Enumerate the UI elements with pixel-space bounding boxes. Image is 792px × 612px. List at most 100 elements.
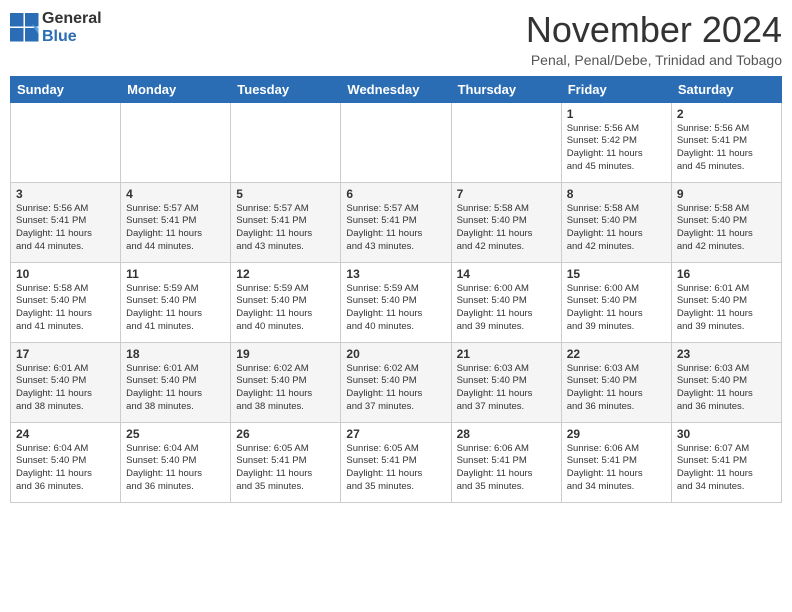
day-info: Sunrise: 6:02 AM Sunset: 5:40 PM Dayligh…: [346, 363, 445, 414]
calendar-cell: 15 Sunrise: 6:00 AM Sunset: 5:40 PM Dayli…: [561, 262, 671, 342]
calendar-cell: 18 Sunrise: 6:01 AM Sunset: 5:40 PM Dayli…: [121, 342, 231, 422]
calendar-cell: [451, 102, 561, 182]
day-info: Sunrise: 5:57 AM Sunset: 5:41 PM Dayligh…: [346, 203, 445, 254]
day-info: Sunrise: 5:57 AM Sunset: 5:41 PM Dayligh…: [236, 203, 335, 254]
day-number: 7: [457, 187, 556, 201]
calendar-cell: 21Sunrise: 6:03 AM Sunset: 5:40 PM Dayli…: [451, 342, 561, 422]
day-number: 4: [126, 187, 225, 201]
day-info: Sunrise: 5:58 AM Sunset: 5:40 PM Dayligh…: [16, 283, 115, 334]
day-number: 12: [236, 267, 335, 281]
day-number: 14: [457, 267, 556, 281]
calendar-cell: 25Sunrise: 6:04 AM Sunset: 5:40 PM Dayli…: [121, 422, 231, 502]
day-number: 15: [567, 267, 666, 281]
day-number: 27: [346, 427, 445, 441]
calendar-cell: 19 Sunrise: 6:02 AM Sunset: 5:40 PM Dayli…: [231, 342, 341, 422]
calendar-cell: 24 Sunrise: 6:04 AM Sunset: 5:40 PM Dayli…: [11, 422, 121, 502]
calendar-day-header: Monday: [121, 76, 231, 102]
day-info: Sunrise: 6:05 AM Sunset: 5:41 PM Dayligh…: [346, 443, 445, 494]
logo-general: General: [42, 10, 102, 28]
calendar-week-row: 10Sunrise: 5:58 AM Sunset: 5:40 PM Dayli…: [11, 262, 782, 342]
day-number: 26: [236, 427, 335, 441]
day-info: Sunrise: 6:04 AM Sunset: 5:40 PM Dayligh…: [16, 443, 115, 494]
day-number: 29: [567, 427, 666, 441]
calendar-day-header: Wednesday: [341, 76, 451, 102]
calendar-cell: 13Sunrise: 5:59 AM Sunset: 5:40 PM Dayli…: [341, 262, 451, 342]
calendar-cell: 29 Sunrise: 6:06 AM Sunset: 5:41 PM Dayli…: [561, 422, 671, 502]
page-header: General Blue November 2024 Penal, Penal/…: [10, 10, 782, 68]
calendar-cell: 22Sunrise: 6:03 AM Sunset: 5:40 PM Dayli…: [561, 342, 671, 422]
logo: General Blue: [10, 10, 102, 45]
day-number: 23: [677, 347, 776, 361]
calendar-cell: [231, 102, 341, 182]
calendar-day-header: Sunday: [11, 76, 121, 102]
calendar-day-header: Tuesday: [231, 76, 341, 102]
day-number: 19: [236, 347, 335, 361]
calendar-week-row: 17 Sunrise: 6:01 AM Sunset: 5:40 PM Dayli…: [11, 342, 782, 422]
calendar-week-row: 24 Sunrise: 6:04 AM Sunset: 5:40 PM Dayli…: [11, 422, 782, 502]
month-title: November 2024: [526, 10, 782, 50]
calendar-cell: 9 Sunrise: 5:58 AM Sunset: 5:40 PM Daylig…: [671, 182, 781, 262]
calendar-cell: 8 Sunrise: 5:58 AM Sunset: 5:40 PM Daylig…: [561, 182, 671, 262]
calendar-cell: 23 Sunrise: 6:03 AM Sunset: 5:40 PM Dayli…: [671, 342, 781, 422]
day-number: 18: [126, 347, 225, 361]
calendar-cell: 5Sunrise: 5:57 AM Sunset: 5:41 PM Daylig…: [231, 182, 341, 262]
title-block: November 2024 Penal, Penal/Debe, Trinida…: [526, 10, 782, 68]
calendar-cell: 4Sunrise: 5:57 AM Sunset: 5:41 PM Daylig…: [121, 182, 231, 262]
day-info: Sunrise: 6:00 AM Sunset: 5:40 PM Dayligh…: [457, 283, 556, 334]
day-number: 13: [346, 267, 445, 281]
day-number: 30: [677, 427, 776, 441]
calendar-cell: 6 Sunrise: 5:57 AM Sunset: 5:41 PM Daylig…: [341, 182, 451, 262]
calendar-cell: 26 Sunrise: 6:05 AM Sunset: 5:41 PM Dayli…: [231, 422, 341, 502]
calendar-day-header: Thursday: [451, 76, 561, 102]
day-info: Sunrise: 5:59 AM Sunset: 5:40 PM Dayligh…: [126, 283, 225, 334]
day-number: 17: [16, 347, 115, 361]
day-info: Sunrise: 5:56 AM Sunset: 5:41 PM Dayligh…: [677, 123, 776, 174]
day-info: Sunrise: 6:01 AM Sunset: 5:40 PM Dayligh…: [126, 363, 225, 414]
day-info: Sunrise: 5:59 AM Sunset: 5:40 PM Dayligh…: [236, 283, 335, 334]
calendar-cell: 28 Sunrise: 6:06 AM Sunset: 5:41 PM Dayli…: [451, 422, 561, 502]
day-number: 16: [677, 267, 776, 281]
day-info: Sunrise: 6:00 AM Sunset: 5:40 PM Dayligh…: [567, 283, 666, 334]
day-number: 28: [457, 427, 556, 441]
calendar-cell: 27 Sunrise: 6:05 AM Sunset: 5:41 PM Dayli…: [341, 422, 451, 502]
calendar-cell: 17 Sunrise: 6:01 AM Sunset: 5:40 PM Dayli…: [11, 342, 121, 422]
day-info: Sunrise: 6:02 AM Sunset: 5:40 PM Dayligh…: [236, 363, 335, 414]
calendar-table: SundayMondayTuesdayWednesdayThursdayFrid…: [10, 76, 782, 503]
day-info: Sunrise: 5:58 AM Sunset: 5:40 PM Dayligh…: [457, 203, 556, 254]
calendar-cell: 16Sunrise: 6:01 AM Sunset: 5:40 PM Dayli…: [671, 262, 781, 342]
day-info: Sunrise: 6:04 AM Sunset: 5:40 PM Dayligh…: [126, 443, 225, 494]
day-info: Sunrise: 6:06 AM Sunset: 5:41 PM Dayligh…: [457, 443, 556, 494]
calendar-week-row: 3 Sunrise: 5:56 AM Sunset: 5:41 PM Daylig…: [11, 182, 782, 262]
day-info: Sunrise: 6:03 AM Sunset: 5:40 PM Dayligh…: [677, 363, 776, 414]
day-number: 3: [16, 187, 115, 201]
calendar-cell: 7 Sunrise: 5:58 AM Sunset: 5:40 PM Daylig…: [451, 182, 561, 262]
day-info: Sunrise: 6:03 AM Sunset: 5:40 PM Dayligh…: [567, 363, 666, 414]
day-info: Sunrise: 6:05 AM Sunset: 5:41 PM Dayligh…: [236, 443, 335, 494]
day-number: 8: [567, 187, 666, 201]
day-number: 9: [677, 187, 776, 201]
calendar-cell: 11 Sunrise: 5:59 AM Sunset: 5:40 PM Dayli…: [121, 262, 231, 342]
day-number: 6: [346, 187, 445, 201]
day-number: 2: [677, 107, 776, 121]
calendar-cell: 20Sunrise: 6:02 AM Sunset: 5:40 PM Dayli…: [341, 342, 451, 422]
calendar-cell: 1Sunrise: 5:56 AM Sunset: 5:42 PM Daylig…: [561, 102, 671, 182]
day-number: 24: [16, 427, 115, 441]
calendar-cell: 3 Sunrise: 5:56 AM Sunset: 5:41 PM Daylig…: [11, 182, 121, 262]
calendar-cell: [341, 102, 451, 182]
day-info: Sunrise: 5:58 AM Sunset: 5:40 PM Dayligh…: [677, 203, 776, 254]
calendar-cell: [11, 102, 121, 182]
calendar-cell: 12 Sunrise: 5:59 AM Sunset: 5:40 PM Dayli…: [231, 262, 341, 342]
day-info: Sunrise: 5:56 AM Sunset: 5:41 PM Dayligh…: [16, 203, 115, 254]
day-info: Sunrise: 6:06 AM Sunset: 5:41 PM Dayligh…: [567, 443, 666, 494]
day-number: 11: [126, 267, 225, 281]
calendar-cell: 14 Sunrise: 6:00 AM Sunset: 5:40 PM Dayli…: [451, 262, 561, 342]
calendar-day-header: Saturday: [671, 76, 781, 102]
day-info: Sunrise: 6:03 AM Sunset: 5:40 PM Dayligh…: [457, 363, 556, 414]
day-info: Sunrise: 5:58 AM Sunset: 5:40 PM Dayligh…: [567, 203, 666, 254]
calendar-header-row: SundayMondayTuesdayWednesdayThursdayFrid…: [11, 76, 782, 102]
calendar-week-row: 1Sunrise: 5:56 AM Sunset: 5:42 PM Daylig…: [11, 102, 782, 182]
calendar-cell: [121, 102, 231, 182]
day-info: Sunrise: 5:56 AM Sunset: 5:42 PM Dayligh…: [567, 123, 666, 174]
calendar-day-header: Friday: [561, 76, 671, 102]
day-info: Sunrise: 6:01 AM Sunset: 5:40 PM Dayligh…: [16, 363, 115, 414]
